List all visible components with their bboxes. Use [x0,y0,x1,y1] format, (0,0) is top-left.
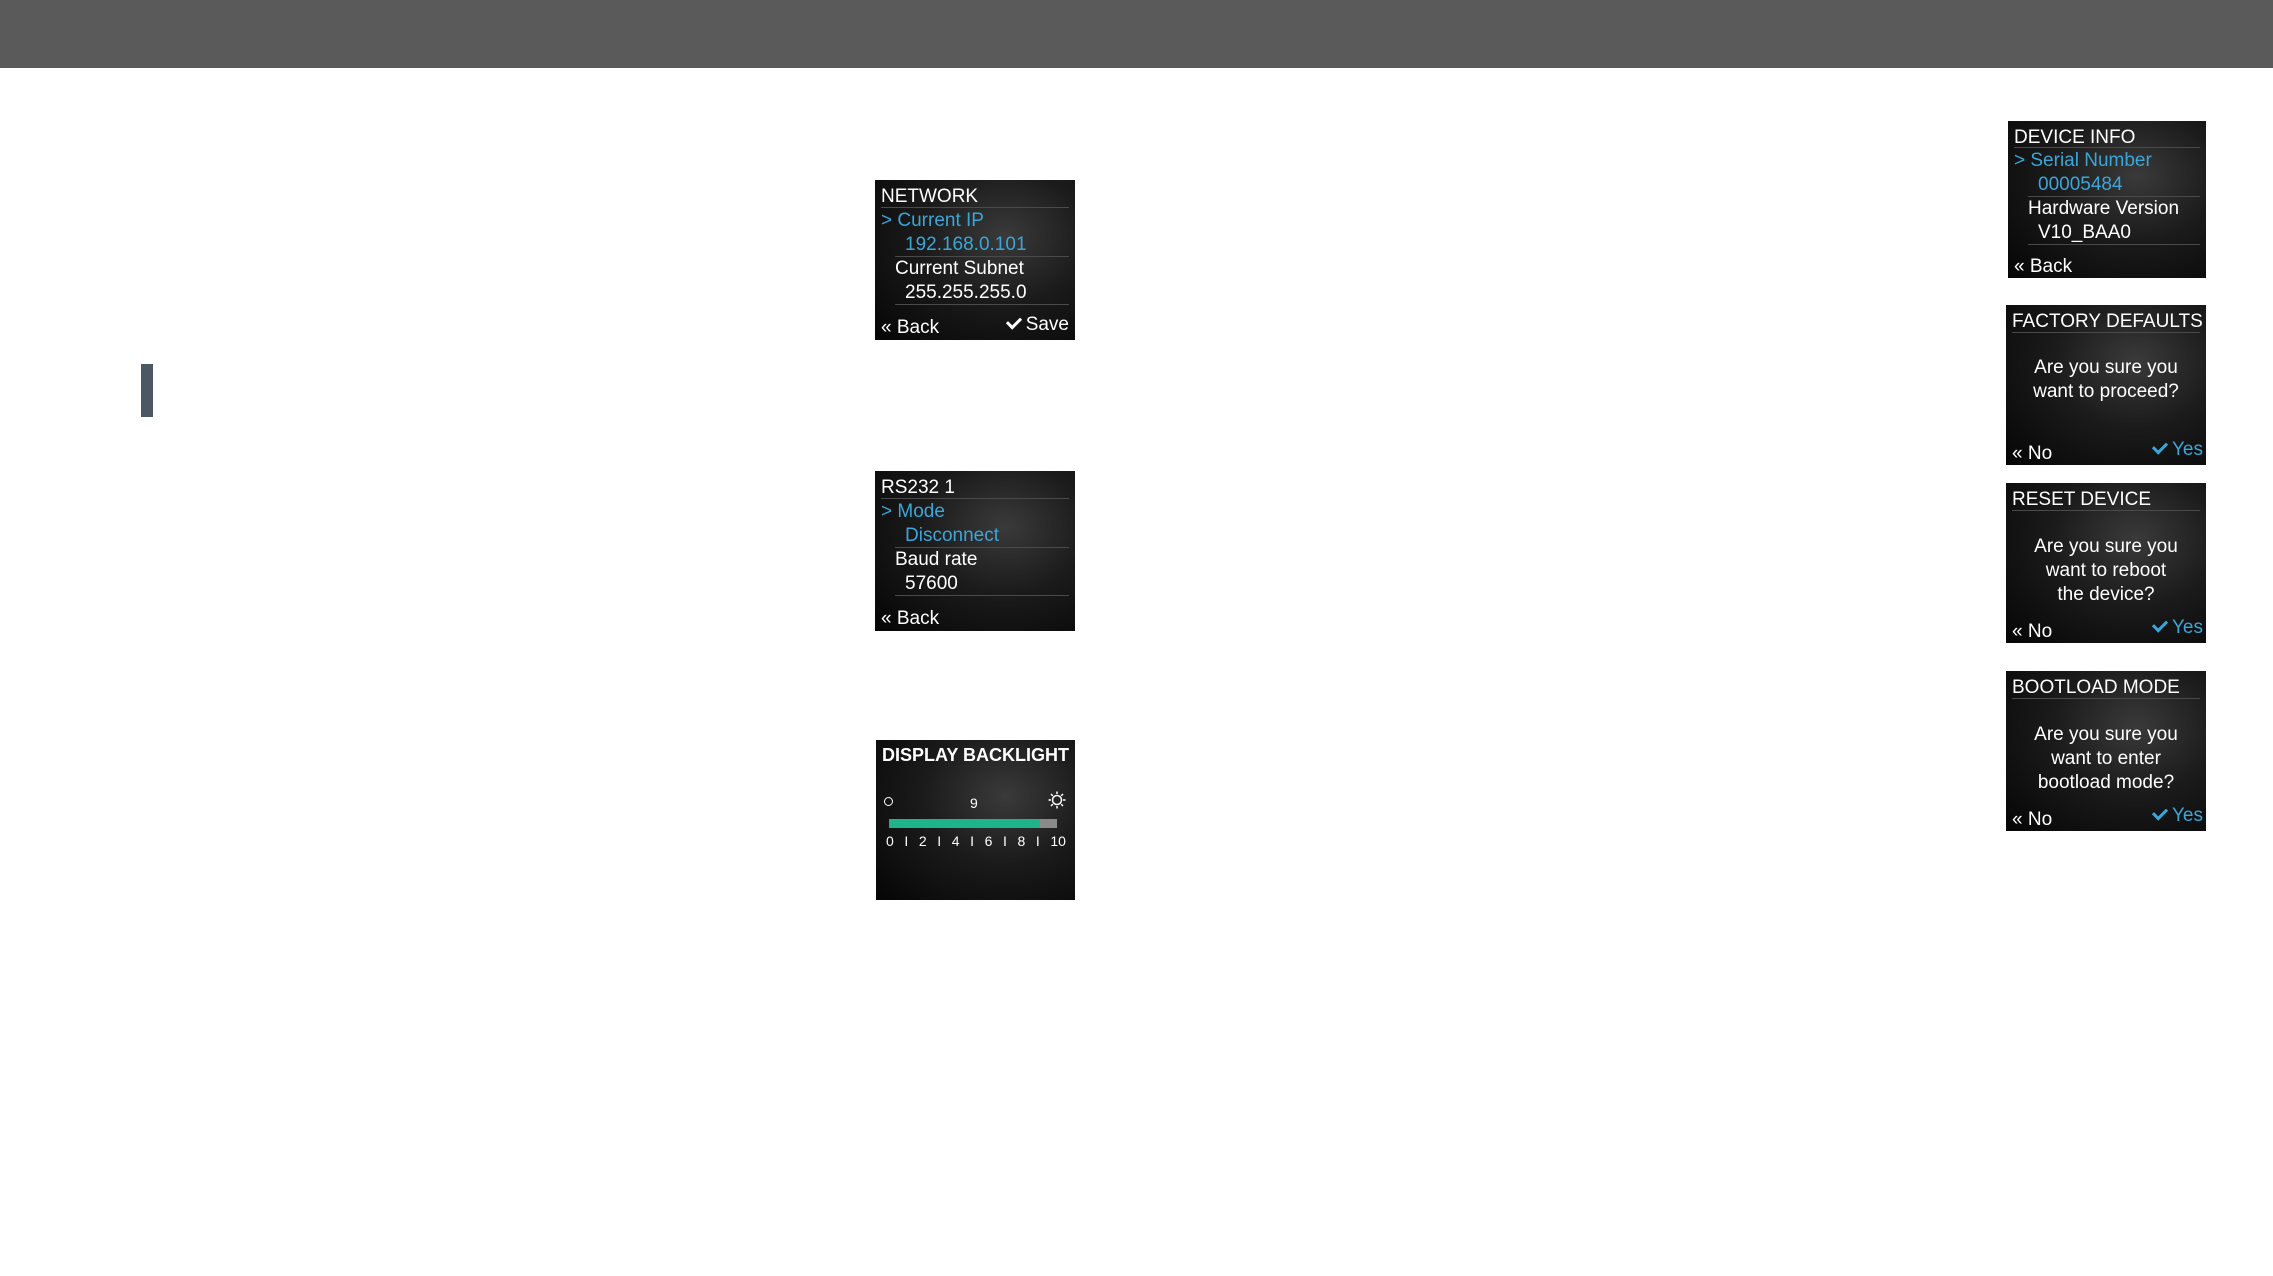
scale-tick-label: I [1035,833,1040,849]
brightness-high-icon [1048,791,1066,809]
rs232-screen: RS232 1 > Mode Disconnect Baud rate 5760… [875,471,1075,631]
header-bar [0,0,2273,68]
check-icon [2151,438,2169,455]
section-marker [141,364,153,417]
scale-tick-label: 6 [984,833,993,849]
backlight-title: DISPLAY BACKLIGHT [882,745,1070,765]
confirm-message: Are you sure you want to reboot the devi… [2006,535,2206,607]
check-icon [2151,804,2169,821]
scale-tick-label: I [937,833,942,849]
menu-item-current-subnet[interactable]: Current Subnet [895,259,1024,278]
menu-item-mode[interactable]: > Mode [881,502,945,521]
bootload-mode-screen: BOOTLOAD MODE Are you sure you want to e… [2006,671,2206,831]
message-line: the device? [2057,584,2155,605]
factory-defaults-title: FACTORY DEFAULTS [2012,311,2203,332]
save-button[interactable]: Save [1005,313,1069,335]
menu-item-hardware-version[interactable]: Hardware Version [2028,199,2179,218]
scale-tick-label: 2 [918,833,927,849]
save-label: Save [1025,314,1069,335]
message-line: bootload mode? [2037,772,2175,793]
back-button[interactable]: « Back [2014,257,2072,276]
yes-button[interactable]: Yes [2151,438,2203,460]
check-icon [2151,616,2169,633]
serial-number-value: 00005484 [2038,174,2123,195]
no-button[interactable]: « No [2012,810,2052,829]
yes-button[interactable]: Yes [2151,804,2203,826]
backlight-slider[interactable] [889,819,1057,828]
scale-tick-label: 10 [1050,833,1066,849]
backlight-screen: DISPLAY BACKLIGHT 9 0 I 2 I 4 I 6 I 8 I 10 [876,740,1075,900]
bootload-mode-title: BOOTLOAD MODE [2012,677,2180,698]
menu-item-serial-number[interactable]: > Serial Number [2014,151,2152,170]
message-line: Are you sure you [2034,357,2178,378]
network-title: NETWORK [881,186,979,207]
yes-button[interactable]: Yes [2151,616,2203,638]
backlight-scale: 0 I 2 I 4 I 6 I 8 I 10 [886,834,1066,848]
rs232-title: RS232 1 [881,477,955,498]
scale-tick-label: I [970,833,975,849]
message-line: want to proceed? [2033,381,2179,402]
message-line: Are you sure you [2034,724,2178,745]
message-line: want to reboot [2045,560,2167,581]
factory-defaults-screen: FACTORY DEFAULTS Are you sure you want t… [2006,305,2206,465]
scale-tick-label: 4 [951,833,960,849]
brightness-low-icon [884,797,893,806]
yes-label: Yes [2172,617,2203,638]
mode-value: Disconnect [905,525,999,546]
no-button[interactable]: « No [2012,444,2052,463]
no-button[interactable]: « No [2012,622,2052,641]
network-screen: NETWORK > Current IP 192.168.0.101 Curre… [875,180,1075,340]
backlight-slider-fill [889,819,1041,828]
baud-rate-value: 57600 [905,573,958,594]
current-subnet-value: 255.255.255.0 [905,282,1027,303]
device-info-screen: DEVICE INFO > Serial Number 00005484 Har… [2008,121,2206,278]
scale-tick-label: I [1003,833,1007,849]
back-button[interactable]: « Back [881,609,939,628]
confirm-message: Are you sure you want to enter bootload … [2006,723,2206,795]
scale-tick-label: I [904,833,909,849]
backlight-value: 9 [970,795,978,811]
device-info-title: DEVICE INFO [2014,127,2136,148]
yes-label: Yes [2172,439,2203,460]
confirm-message: Are you sure you want to proceed? [2006,356,2206,404]
menu-item-current-ip[interactable]: > Current IP [881,211,984,230]
scale-tick-label: 0 [886,833,894,849]
hardware-version-value: V10_BAA0 [2038,222,2131,243]
current-ip-value: 192.168.0.101 [905,234,1027,255]
yes-label: Yes [2172,805,2203,826]
message-line: Are you sure you [2034,536,2178,557]
message-line: want to enter [2051,748,2161,769]
reset-device-title: RESET DEVICE [2012,489,2152,510]
scale-tick-label: 8 [1017,833,1026,849]
reset-device-screen: RESET DEVICE Are you sure you want to re… [2006,483,2206,643]
back-button[interactable]: « Back [881,318,939,337]
menu-item-baud-rate[interactable]: Baud rate [895,550,977,569]
check-icon [1005,313,1022,330]
